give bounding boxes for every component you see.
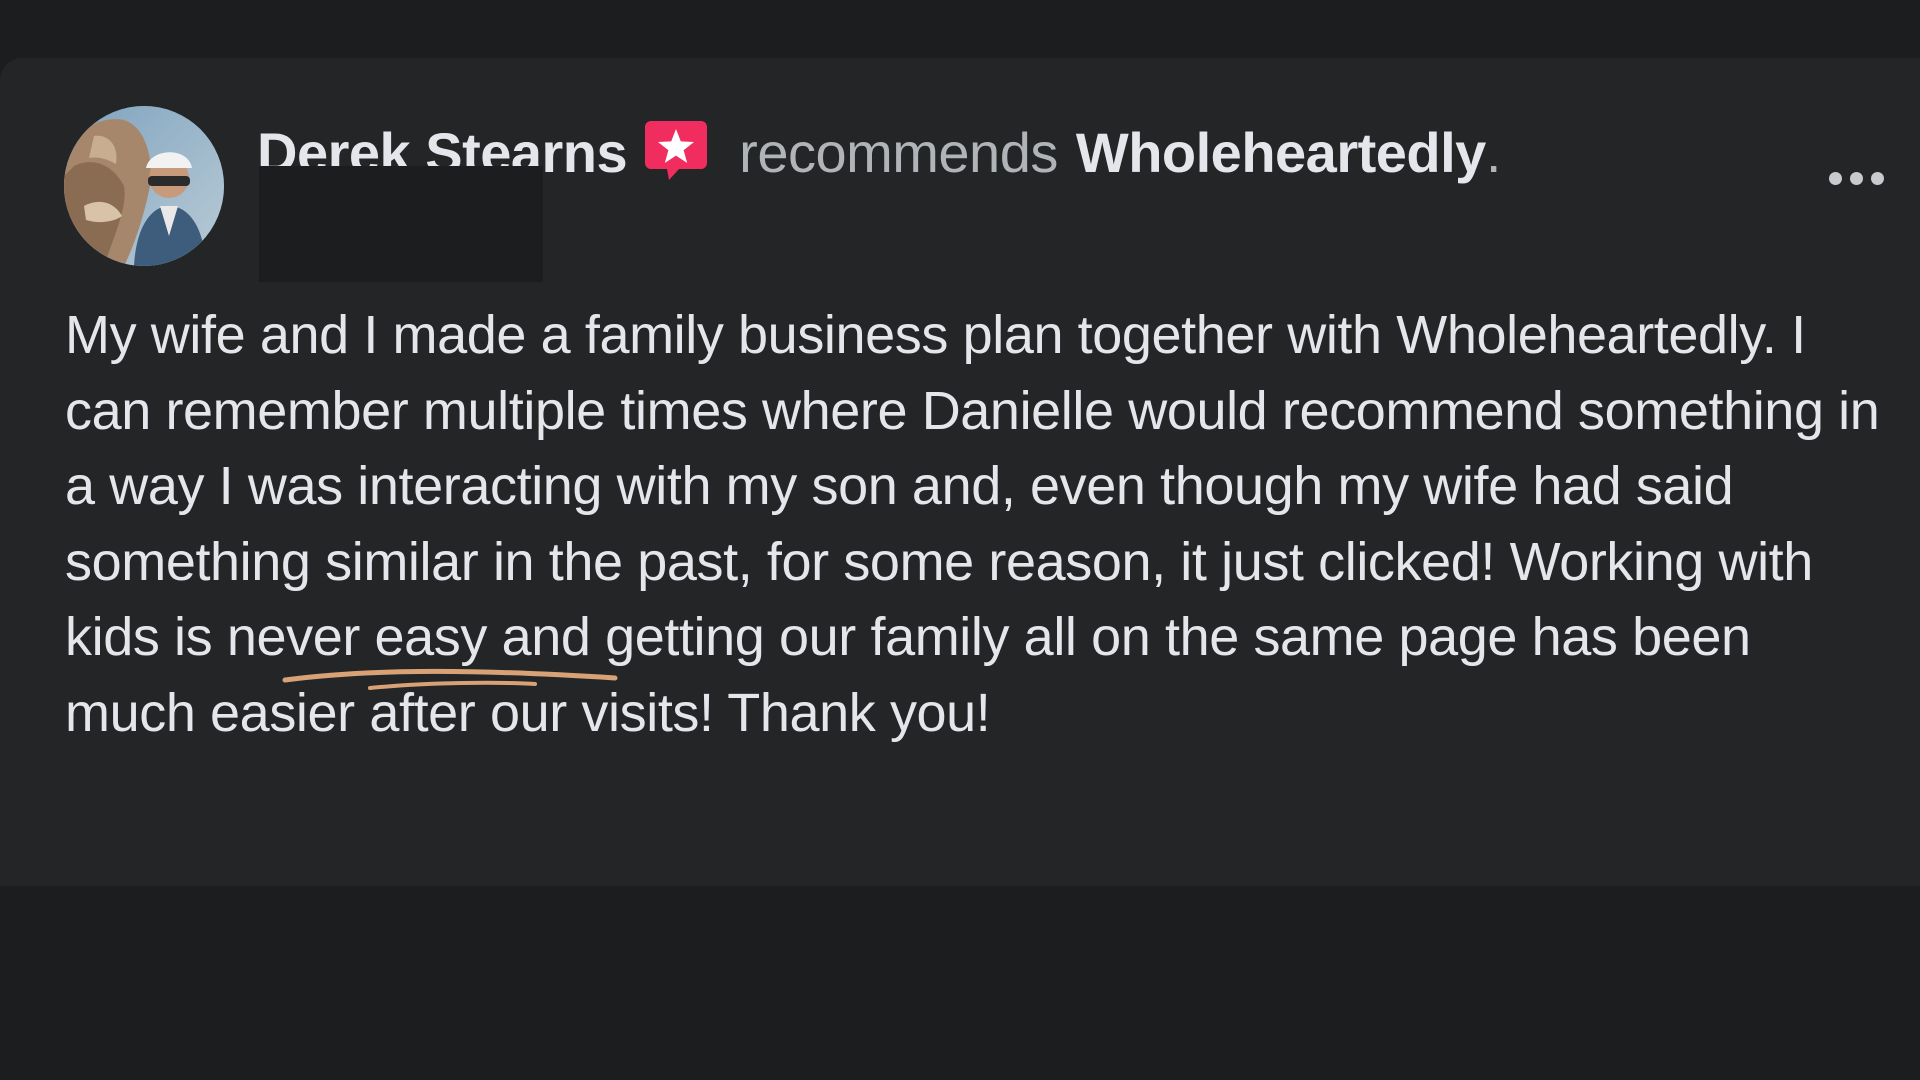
avatar-photo <box>64 106 224 266</box>
more-options-dot <box>1829 172 1842 185</box>
recommends-verb: recommends <box>739 120 1058 184</box>
header-period: . <box>1485 120 1502 184</box>
screenshot-canvas: Derek Stearns recommends Wholeheartedly.… <box>0 0 1920 1080</box>
recommendation-star-icon <box>643 117 709 183</box>
more-options-button[interactable] <box>1823 166 1890 191</box>
avatar[interactable] <box>64 106 224 266</box>
more-options-dot <box>1871 172 1884 185</box>
page-name-link[interactable]: Wholeheartedly <box>1076 120 1486 185</box>
more-options-dot <box>1850 172 1863 185</box>
recommendation-post-card: Derek Stearns recommends Wholeheartedly.… <box>0 58 1920 886</box>
review-text: My wife and I made a family business pla… <box>65 305 1880 743</box>
redacted-timestamp-area <box>259 166 543 282</box>
